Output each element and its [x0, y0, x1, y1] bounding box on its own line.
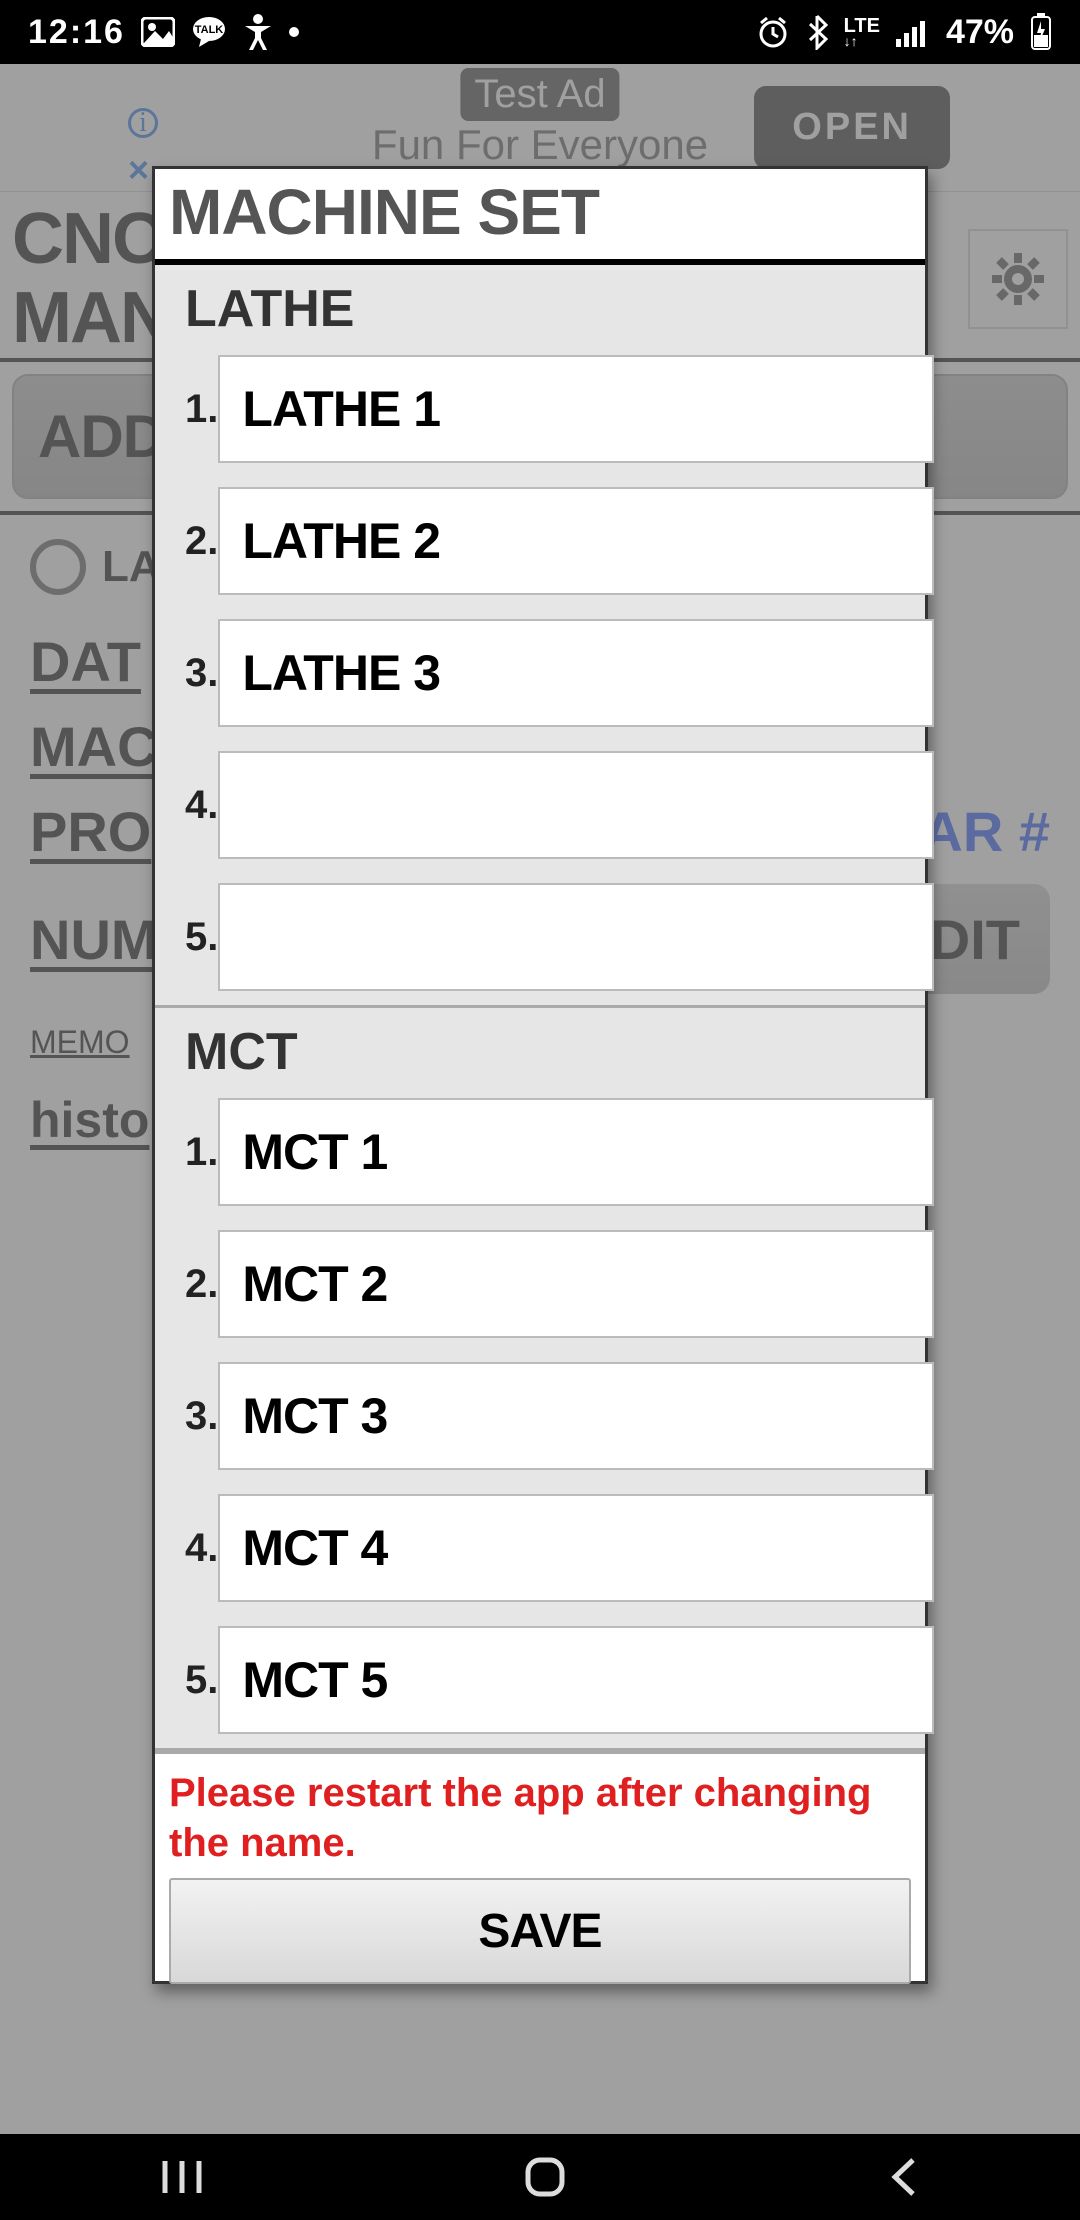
mct-row-3: 3. — [155, 1352, 925, 1484]
mct-section: MCT 1. 2. 3. 4. 5. — [155, 1008, 925, 1751]
lathe-input-1[interactable] — [218, 355, 934, 463]
battery-icon — [1030, 13, 1052, 51]
row-number: 5. — [185, 1658, 218, 1703]
mct-input-1[interactable] — [218, 1098, 934, 1206]
mct-input-4[interactable] — [218, 1494, 934, 1602]
lathe-row-1: 1. — [155, 345, 925, 477]
status-clock: 12:16 — [28, 13, 125, 52]
mct-row-1: 1. — [155, 1088, 925, 1220]
dialog-title: MACHINE SET — [155, 169, 925, 265]
status-bar: 12:16 TALK LTE↓↑ 47% — [0, 0, 1080, 64]
row-number: 5. — [185, 915, 218, 960]
row-number: 1. — [185, 1130, 218, 1175]
lathe-section: LATHE 1. 2. 3. 4. 5. — [155, 265, 925, 1008]
dialog-footer: Please restart the app after changing th… — [155, 1751, 925, 2004]
lathe-input-3[interactable] — [218, 619, 934, 727]
save-button[interactable]: SAVE — [169, 1878, 911, 1984]
battery-percent: 47% — [946, 13, 1014, 52]
mct-row-5: 5. — [155, 1616, 925, 1748]
mct-input-3[interactable] — [218, 1362, 934, 1470]
mct-input-2[interactable] — [218, 1230, 934, 1338]
dot-icon — [289, 27, 299, 37]
row-number: 2. — [185, 1262, 218, 1307]
mct-input-5[interactable] — [218, 1626, 934, 1734]
lathe-row-5: 5. — [155, 873, 925, 1005]
row-number: 4. — [185, 783, 218, 828]
row-number: 2. — [185, 519, 218, 564]
lathe-row-2: 2. — [155, 477, 925, 609]
row-number: 3. — [185, 1394, 218, 1439]
mct-row-4: 4. — [155, 1484, 925, 1616]
picture-icon — [141, 17, 175, 47]
lathe-row-3: 3. — [155, 609, 925, 741]
lathe-input-2[interactable] — [218, 487, 934, 595]
alarm-icon — [756, 15, 790, 49]
mct-row-2: 2. — [155, 1220, 925, 1352]
row-number: 1. — [185, 387, 218, 432]
svg-text:TALK: TALK — [195, 24, 224, 36]
lathe-input-5[interactable] — [218, 883, 934, 991]
accessibility-icon — [243, 14, 273, 50]
bluetooth-icon — [806, 14, 828, 50]
lathe-input-4[interactable] — [218, 751, 934, 859]
recents-button[interactable] — [159, 2157, 205, 2197]
section-title-lathe: LATHE — [155, 265, 925, 345]
restart-warning: Please restart the app after changing th… — [169, 1768, 911, 1878]
lte-icon: LTE↓↑ — [844, 17, 880, 48]
section-title-mct: MCT — [155, 1008, 925, 1088]
row-number: 4. — [185, 1526, 218, 1571]
signal-icon — [896, 17, 930, 47]
machine-set-dialog: MACHINE SET LATHE 1. 2. 3. 4. 5. MCT 1. … — [152, 166, 928, 1984]
back-button[interactable] — [885, 2154, 921, 2200]
row-number: 3. — [185, 651, 218, 696]
lathe-row-4: 4. — [155, 741, 925, 873]
talk-icon: TALK — [191, 15, 227, 49]
home-button[interactable] — [522, 2154, 568, 2200]
system-nav-bar — [0, 2134, 1080, 2220]
